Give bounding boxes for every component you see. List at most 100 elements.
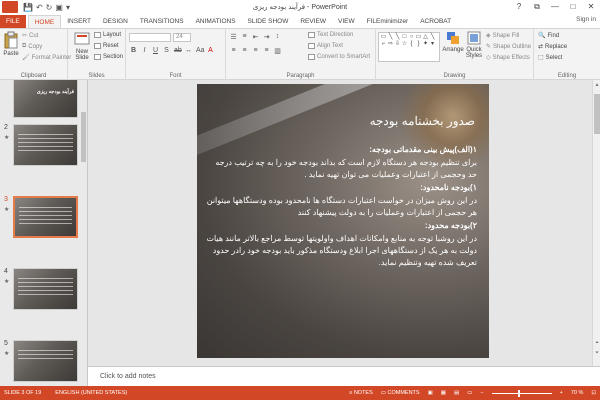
numbering-icon[interactable]: ≡ — [241, 33, 248, 41]
convert-smartart-button[interactable]: Convert to SmartArt — [308, 54, 370, 60]
shape-fill-button[interactable]: ◈ Shape Fill — [486, 32, 519, 40]
strikethrough-icon[interactable]: ab — [174, 47, 182, 54]
help-button[interactable]: ? — [510, 0, 528, 14]
redo-icon[interactable]: ↻ — [46, 3, 53, 12]
star-shape-icon[interactable]: ☆ — [401, 41, 408, 48]
tab-slide-show[interactable]: SLIDE SHOW — [242, 15, 295, 28]
new-slide-button[interactable]: New Slide — [71, 31, 93, 61]
more-shapes-icon[interactable]: ▾ — [429, 41, 436, 48]
save-icon[interactable]: 💾 — [23, 3, 33, 12]
paste-button[interactable]: Paste — [2, 31, 20, 57]
tab-acrobat[interactable]: ACROBAT — [414, 15, 457, 28]
triangle-shape-icon[interactable]: △ — [422, 34, 429, 41]
font-size-combo[interactable]: 24 — [173, 33, 191, 42]
increase-indent-icon[interactable]: ⇥ — [263, 33, 270, 41]
rect-shape-icon[interactable]: □ — [401, 34, 408, 41]
arrow-shape-icon[interactable]: ⇩ — [394, 41, 401, 48]
present-icon[interactable]: ▣ — [55, 3, 63, 12]
ribbon-display-button[interactable]: ⧉ — [528, 0, 546, 14]
notes-button[interactable]: ≡ NOTES — [349, 390, 373, 396]
arrow-shape-icon[interactable]: ⇨ — [387, 41, 394, 48]
tab-animations[interactable]: ANIMATIONS — [190, 15, 242, 28]
zoom-slider[interactable] — [491, 389, 552, 397]
replace-button[interactable]: ⇄ Replace — [538, 43, 567, 51]
quick-styles-button[interactable]: Quick Styles — [464, 31, 484, 59]
scroll-up-icon[interactable]: ▲ — [593, 82, 600, 88]
change-case-icon[interactable]: Aa — [196, 47, 205, 54]
next-slide-icon[interactable]: ⏷ — [593, 350, 600, 356]
fit-slide-icon[interactable]: ⊡ — [591, 390, 596, 396]
current-slide[interactable]: صدور بخشنامه بودجه ۱(الف)پیش بینی مقدمات… — [197, 84, 489, 358]
align-left-icon[interactable]: ≡ — [230, 47, 237, 55]
close-button[interactable]: ✕ — [582, 0, 600, 14]
brace-shape-icon[interactable]: } — [415, 41, 422, 48]
decrease-indent-icon[interactable]: ⇤ — [252, 33, 259, 41]
font-color-icon[interactable]: A — [207, 47, 214, 54]
find-button[interactable]: 🔍 Find — [538, 32, 559, 40]
zoom-out-icon[interactable]: − — [480, 390, 483, 396]
slide-title[interactable]: صدور بخشنامه بودجه — [370, 114, 475, 128]
prev-slide-icon[interactable]: ⏶ — [593, 340, 600, 346]
shadow-icon[interactable]: S — [163, 47, 170, 54]
bold-icon[interactable]: B — [130, 47, 137, 54]
textbox-shape-icon[interactable]: ▭ — [380, 34, 387, 41]
reset-button[interactable]: Reset — [94, 43, 119, 49]
normal-view-icon[interactable]: ▣ — [428, 390, 433, 396]
justify-icon[interactable]: ≡ — [263, 47, 270, 55]
scrollbar-thumb[interactable] — [81, 112, 86, 162]
arrange-button[interactable]: Arrange — [442, 31, 464, 53]
columns-icon[interactable]: ▥ — [274, 47, 281, 55]
comments-button[interactable]: ▭ COMMENTS — [381, 390, 420, 396]
bullets-icon[interactable]: ☰ — [230, 33, 237, 41]
notes-pane[interactable]: Click to add notes — [88, 366, 600, 386]
undo-icon[interactable]: ↶ — [36, 3, 43, 12]
reading-view-icon[interactable]: ▤ — [454, 390, 459, 396]
oval-shape-icon[interactable]: ○ — [408, 34, 415, 41]
copy-button[interactable]: ⧉ Copy — [22, 43, 42, 50]
tab-design[interactable]: DESIGN — [97, 15, 134, 28]
char-spacing-icon[interactable]: ↔ — [185, 47, 192, 54]
underline-icon[interactable]: U — [152, 47, 159, 54]
slide-thumbnail-4[interactable] — [13, 268, 78, 310]
shape-effects-button[interactable]: ◇ Shape Effects — [486, 54, 530, 62]
tab-fileminimizer[interactable]: FILEminimizer — [361, 15, 415, 28]
customize-qat-icon[interactable]: ▾ — [66, 3, 70, 12]
font-name-combo[interactable] — [129, 33, 171, 42]
slide-thumbnail-3[interactable] — [13, 196, 78, 238]
tab-home[interactable]: HOME — [27, 15, 62, 28]
slide-thumbnail-1[interactable]: فرآیند بودجه ریزی — [13, 80, 78, 118]
line-shape-icon[interactable]: ╲ — [394, 34, 401, 41]
tab-transitions[interactable]: TRANSITIONS — [134, 15, 190, 28]
rect-shape-icon[interactable]: ▭ — [415, 34, 422, 41]
tab-insert[interactable]: INSERT — [61, 15, 97, 28]
shape-outline-button[interactable]: ✎ Shape Outline — [486, 43, 531, 51]
line-shape-icon[interactable]: ⌐ — [380, 41, 387, 48]
tab-review[interactable]: REVIEW — [294, 15, 332, 28]
tab-file[interactable]: FILE — [0, 15, 26, 28]
language-indicator[interactable]: ENGLISH (UNITED STATES) — [55, 390, 127, 396]
sign-in-link[interactable]: Sign in — [576, 16, 596, 23]
scrollbar-thumb[interactable] — [594, 94, 600, 134]
shapes-gallery[interactable]: ▭ ╲ ╲ □ ○ ▭ △ ╲ ⌐ ⇨ ⇩ ☆{} ✦ ▾ — [378, 32, 440, 62]
section-button[interactable]: Section — [94, 54, 123, 60]
tab-view[interactable]: VIEW — [332, 15, 361, 28]
align-text-button[interactable]: Align Text — [308, 43, 343, 49]
star-shape-icon[interactable]: ✦ — [422, 41, 429, 48]
line-spacing-icon[interactable]: ↕ — [274, 33, 281, 41]
minimize-button[interactable]: — — [546, 0, 564, 14]
format-painter-button[interactable]: 🖌 Format Painter — [22, 54, 71, 62]
zoom-slider-knob[interactable] — [517, 389, 520, 397]
maximize-button[interactable]: □ — [564, 0, 582, 14]
brace-shape-icon[interactable]: { — [408, 41, 415, 48]
slide-thumbnail-2[interactable] — [13, 124, 78, 166]
line-shape-icon[interactable]: ╲ — [429, 34, 436, 41]
cut-button[interactable]: ✂ Cut — [22, 32, 38, 40]
select-button[interactable]: ⬚ Select — [538, 54, 562, 62]
zoom-in-icon[interactable]: + — [560, 390, 563, 396]
slide-sorter-icon[interactable]: ▦ — [441, 390, 446, 396]
align-center-icon[interactable]: ≡ — [241, 47, 248, 55]
slide-thumbnail-5[interactable] — [13, 340, 78, 382]
slide-scrollbar[interactable]: ▲ ⏶ ⏷ — [592, 80, 600, 366]
slide-body-text[interactable]: ۱(الف)پیش بینی مقدماتی بودجه: برای تنظیم… — [205, 144, 477, 270]
slideshow-icon[interactable]: ▭ — [467, 390, 472, 396]
